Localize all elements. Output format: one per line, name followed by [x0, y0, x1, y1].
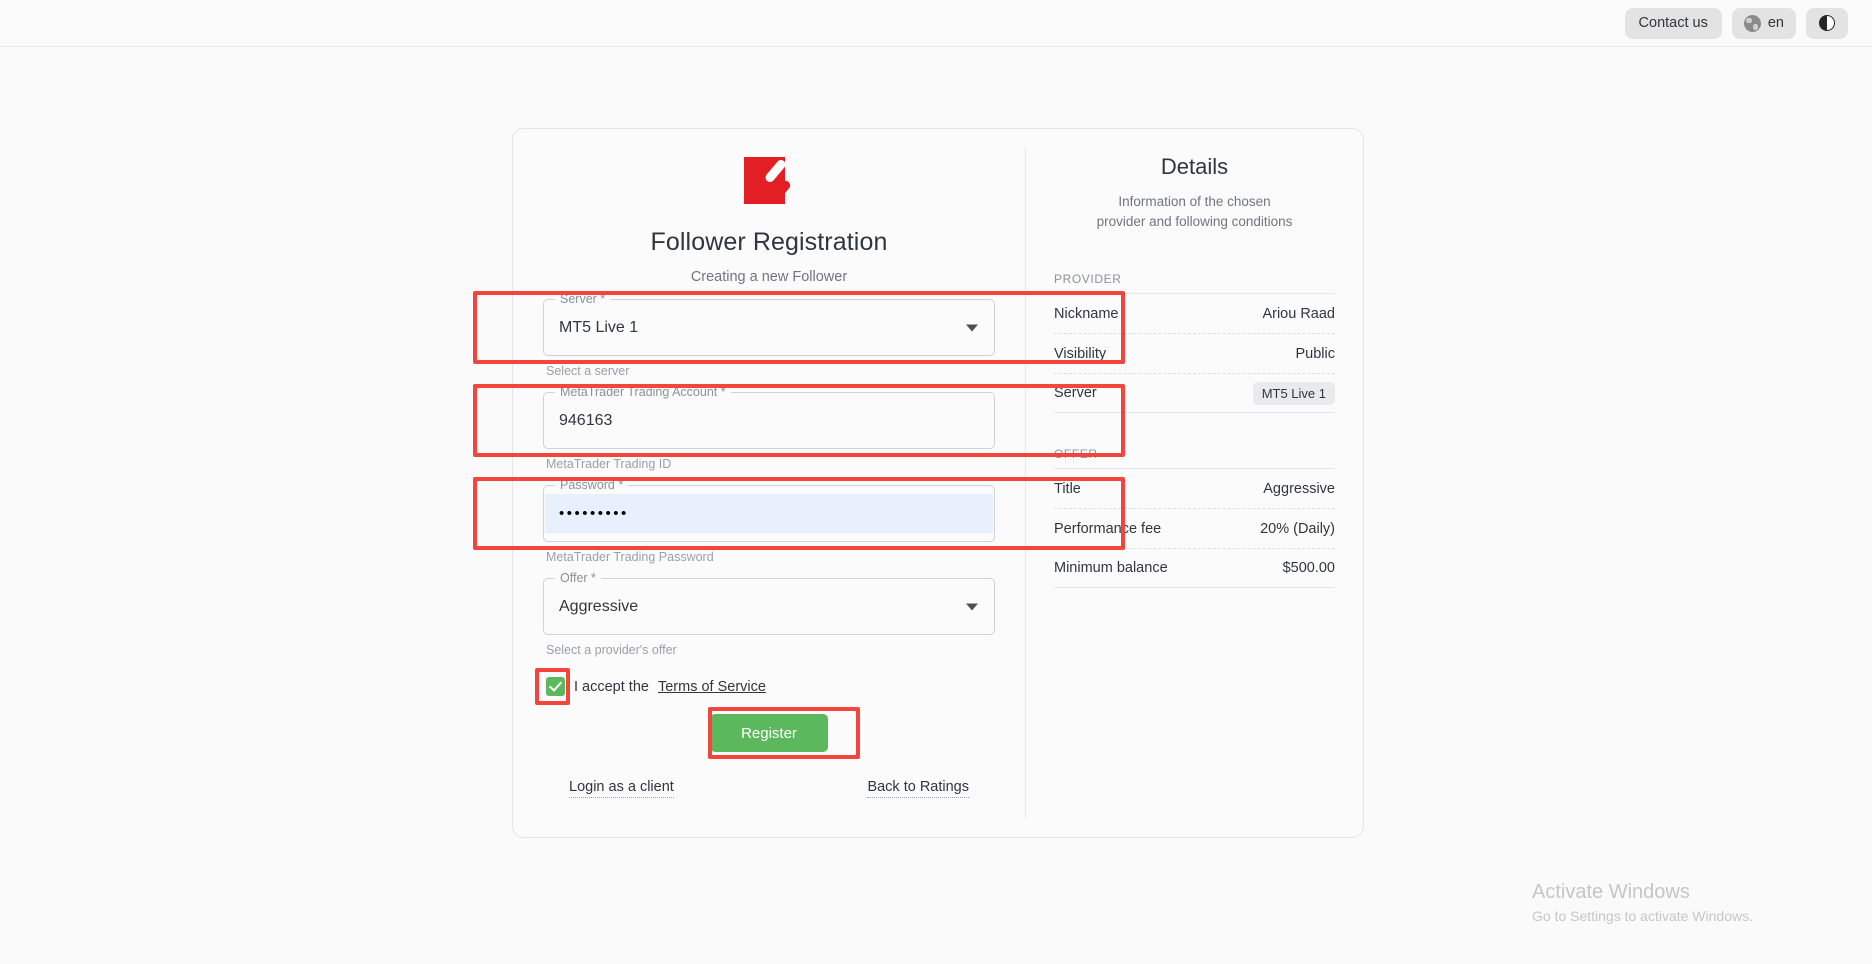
registration-form: Follower Registration Creating a new Fol…: [473, 129, 1125, 837]
page-subtitle: Creating a new Follower: [690, 269, 848, 285]
table-row: Nickname Ariou Raad: [1054, 293, 1335, 333]
back-to-ratings-link[interactable]: Back to Ratings: [867, 779, 969, 798]
watermark-subtitle: Go to Settings to activate Windows.: [1532, 908, 1753, 924]
metatrader-account-input[interactable]: MetaTrader Trading Account * 946163: [543, 385, 995, 449]
table-row: Server MT5 Live 1: [1054, 373, 1335, 413]
table-row: Visibility Public: [1054, 333, 1335, 373]
server-field-label: Server *: [555, 292, 611, 306]
top-bar: Contact us en: [0, 0, 1872, 47]
account-field-block: MetaTrader Trading Account * 946163 Meta…: [473, 384, 1125, 471]
language-switcher-button[interactable]: en: [1731, 7, 1796, 39]
password-field-helper: MetaTrader Trading Password: [546, 550, 714, 564]
windows-activation-watermark: Activate Windows Go to Settings to activ…: [1532, 881, 1832, 924]
row-key: Title: [1054, 480, 1081, 497]
terms-row: I accept the Terms of Service: [535, 668, 995, 705]
server-field-block: Server * MT5 Live 1 Select a server: [473, 291, 1125, 378]
row-value: Ariou Raad: [1262, 305, 1335, 322]
table-row: Minimum balance $500.00: [1054, 548, 1335, 588]
offer-field-helper: Select a provider's offer: [546, 643, 677, 657]
account-field-helper: MetaTrader Trading ID: [546, 457, 672, 471]
row-value: Aggressive: [1263, 480, 1335, 497]
table-row: Performance fee 20% (Daily): [1054, 508, 1335, 548]
offer-field-value: Aggressive: [559, 597, 639, 615]
form-footer-links: Login as a client Back to Ratings: [543, 779, 995, 798]
server-field-value: MT5 Live 1: [559, 318, 639, 336]
offer-details-table: Title Aggressive Performance fee 20% (Da…: [1054, 468, 1335, 588]
account-field-value: 946163: [559, 411, 613, 429]
row-key: Server: [1054, 385, 1097, 401]
theme-toggle-button[interactable]: [1806, 7, 1848, 39]
password-input[interactable]: Password * •••••••••: [543, 478, 995, 542]
contact-us-button[interactable]: Contact us: [1624, 7, 1722, 39]
password-field-block: Password * ••••••••• MetaTrader Trading …: [473, 477, 1125, 564]
provider-details-table: Nickname Ariou Raad Visibility Public Se…: [1054, 293, 1335, 413]
logo-container: [543, 157, 995, 208]
page-title: Follower Registration: [650, 228, 888, 256]
half-circle-contrast-icon: [1819, 15, 1835, 31]
details-subtitle-line1: Information of the chosen: [1118, 194, 1271, 209]
chevron-down-icon: [966, 603, 978, 610]
account-field-label: MetaTrader Trading Account *: [555, 385, 731, 399]
register-row: Register: [543, 707, 995, 759]
row-value: Public: [1295, 345, 1336, 362]
offer-field-block: Offer * Aggressive Select a provider's o…: [543, 571, 995, 657]
terms-prefix-label: I accept the: [574, 678, 649, 695]
row-value: 20% (Daily): [1260, 520, 1335, 537]
chevron-down-icon: [966, 324, 978, 331]
globe-icon: [1743, 14, 1761, 32]
row-key: Minimum balance: [1054, 560, 1168, 576]
password-field-label: Password *: [555, 478, 629, 492]
server-select[interactable]: Server * MT5 Live 1: [543, 292, 995, 356]
offer-section-label: OFFER: [1054, 447, 1098, 461]
row-key: Performance fee: [1054, 520, 1162, 537]
language-code-label: en: [1767, 15, 1784, 31]
row-value: $500.00: [1282, 560, 1335, 576]
row-key: Visibility: [1054, 345, 1107, 362]
details-panel: Details Information of the chosen provid…: [1026, 129, 1363, 837]
login-as-client-link[interactable]: Login as a client: [569, 779, 674, 798]
register-button[interactable]: Register: [710, 714, 828, 752]
registration-card: Follower Registration Creating a new Fol…: [473, 128, 1364, 838]
brand-logo-icon: [743, 157, 795, 208]
offer-field-label: Offer *: [555, 571, 601, 585]
password-field-value: •••••••••: [545, 494, 993, 533]
details-subtitle: Information of the chosen provider and f…: [1054, 192, 1335, 232]
server-field-helper: Select a server: [546, 364, 630, 378]
offer-select[interactable]: Offer * Aggressive: [543, 571, 995, 635]
provider-section-label: PROVIDER: [1054, 272, 1122, 286]
server-chip: MT5 Live 1: [1252, 381, 1335, 405]
row-key: Nickname: [1054, 305, 1119, 322]
details-title: Details: [1160, 154, 1229, 179]
terms-of-service-link[interactable]: Terms of Service: [658, 679, 766, 695]
table-row: Title Aggressive: [1054, 468, 1335, 508]
accept-terms-checkbox[interactable]: [546, 677, 565, 696]
watermark-title: Activate Windows: [1532, 881, 1690, 903]
details-subtitle-line2: provider and following conditions: [1096, 214, 1293, 229]
